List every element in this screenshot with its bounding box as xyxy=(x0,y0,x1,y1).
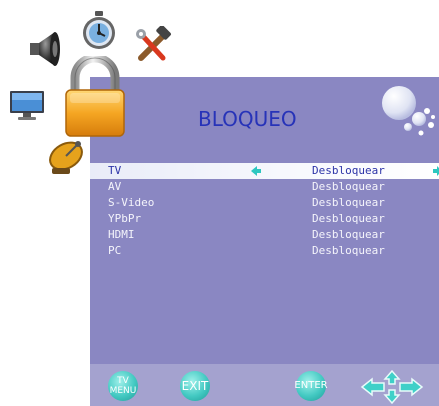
key-hint-bar: TV MENU EXIT ENTER xyxy=(90,364,439,406)
list-item-label: PC xyxy=(108,244,122,257)
arrow-right-icon[interactable] xyxy=(433,165,439,177)
tv-menu-button-line1: TV xyxy=(117,376,129,386)
satellite-dish-icon[interactable] xyxy=(44,140,86,182)
list-item-hdmi[interactable]: HDMI Desbloquear xyxy=(90,227,439,243)
lock-menu-panel: BLOQUEO TV Desbloquear AV Desbloquear S-… xyxy=(90,77,439,406)
list-item-label: TV xyxy=(108,164,122,177)
osd-screen: BLOQUEO TV Desbloquear AV Desbloquear S-… xyxy=(0,0,439,406)
tv-menu-button-line2: MENU xyxy=(109,386,137,396)
list-item-tv[interactable]: TV Desbloquear xyxy=(90,163,439,179)
list-item-av[interactable]: AV Desbloquear xyxy=(90,179,439,195)
bubbles-decoration-icon xyxy=(375,81,439,141)
speaker-icon[interactable] xyxy=(27,29,63,73)
list-item-value[interactable]: Desbloquear xyxy=(312,195,385,211)
list-item-value[interactable]: Desbloquear xyxy=(312,243,385,259)
source-lock-list: TV Desbloquear AV Desbloquear S-Video De… xyxy=(90,163,439,259)
tv-menu-button[interactable]: TV MENU xyxy=(108,371,138,401)
stopwatch-icon[interactable] xyxy=(80,11,118,55)
list-item-label: HDMI xyxy=(108,228,135,241)
list-item-ypbpr[interactable]: YPbPr Desbloquear xyxy=(90,211,439,227)
enter-button[interactable]: ENTER xyxy=(294,371,328,401)
list-item-value[interactable]: Desbloquear xyxy=(312,179,385,195)
exit-button[interactable]: EXIT xyxy=(180,371,210,401)
list-item-label: YPbPr xyxy=(108,212,142,225)
list-item-pc[interactable]: PC Desbloquear xyxy=(90,243,439,259)
padlock-icon[interactable] xyxy=(64,53,126,142)
list-item-s-video[interactable]: S-Video Desbloquear xyxy=(90,195,439,211)
list-item-value[interactable]: Desbloquear xyxy=(312,163,385,179)
page-title: BLOQUEO xyxy=(198,107,297,131)
navigation-arrows-icon[interactable] xyxy=(360,370,424,404)
monitor-icon[interactable] xyxy=(9,87,45,127)
list-item-value[interactable]: Desbloquear xyxy=(312,227,385,243)
list-item-value[interactable]: Desbloquear xyxy=(312,211,385,227)
tools-icon[interactable] xyxy=(133,25,173,70)
arrow-left-icon[interactable] xyxy=(250,165,262,177)
list-item-label: S-Video xyxy=(108,196,155,209)
list-item-label: AV xyxy=(108,180,122,193)
